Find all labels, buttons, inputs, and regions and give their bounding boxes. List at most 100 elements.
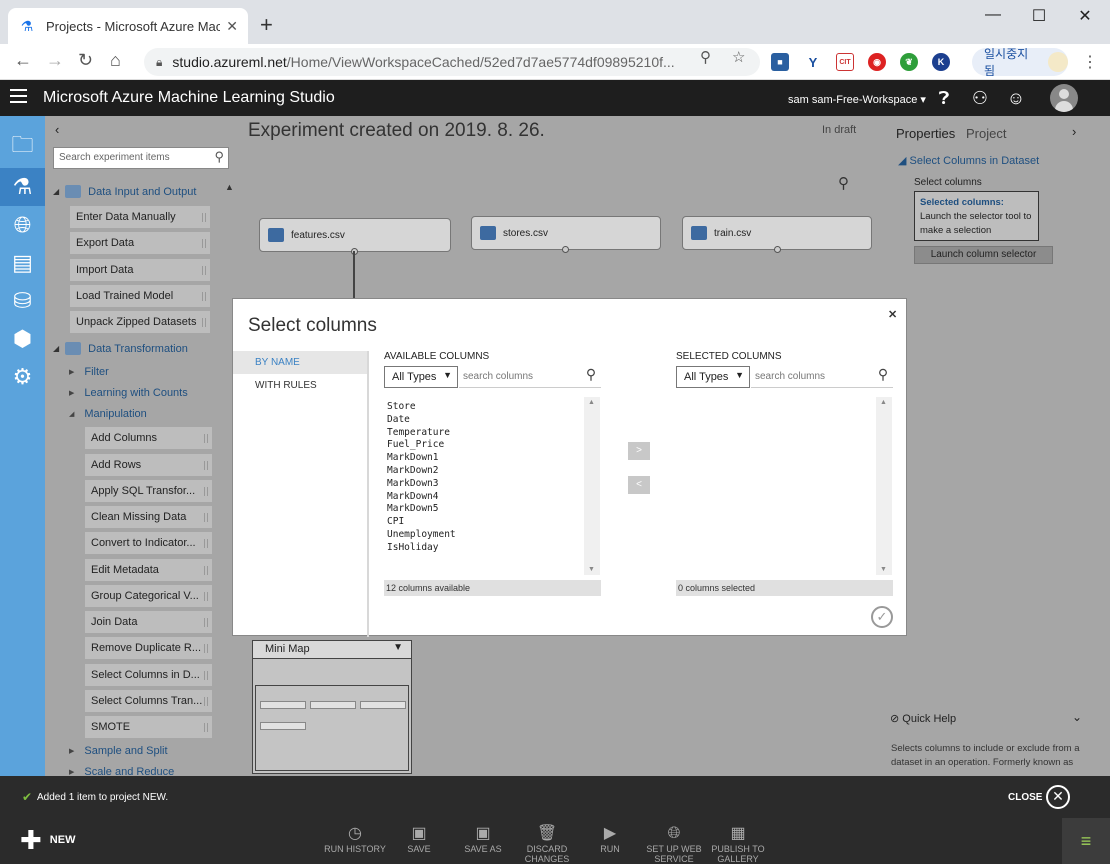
evernote-icon[interactable]: ❦ xyxy=(900,53,918,71)
selected-type-select[interactable]: All Types ▼ xyxy=(676,366,750,388)
run-button[interactable]: ▶ RUN xyxy=(575,824,645,854)
collapse-panel-icon[interactable]: › xyxy=(1072,124,1076,139)
setup-web-service-button[interactable]: 🌐︎ SET UP WEB SERVICE xyxy=(639,824,709,864)
url-field[interactable]: 🔒︎ studio.azureml.net /Home/ViewWorkspac… xyxy=(144,48,760,76)
extension-icon[interactable]: K xyxy=(932,53,950,71)
list-item[interactable]: MarkDown3 xyxy=(387,478,600,491)
palette-subgroup-sample[interactable]: ▶ Sample and Split xyxy=(69,745,168,757)
save-as-button[interactable]: ▣ SAVE AS xyxy=(448,824,518,854)
settings-gear-icon[interactable]: ⚙ xyxy=(0,358,45,396)
scrollbar[interactable]: ▲ ▼ xyxy=(876,397,892,575)
minimap[interactable]: Mini Map ▼ xyxy=(252,640,412,774)
minimap-viewport[interactable] xyxy=(255,685,409,771)
palette-item[interactable]: Enter Data Manually xyxy=(70,206,210,228)
search-icon[interactable]: ⚲ xyxy=(581,366,601,388)
bookmark-star-icon[interactable]: ☆ xyxy=(732,48,745,66)
list-item[interactable]: MarkDown2 xyxy=(387,465,600,478)
list-item[interactable]: MarkDown4 xyxy=(387,491,600,504)
list-item[interactable]: MarkDown1 xyxy=(387,452,600,465)
extension-icon[interactable]: ■ xyxy=(771,53,789,71)
list-item[interactable]: Date xyxy=(387,414,600,427)
list-item[interactable]: IsHoliday xyxy=(387,542,600,555)
palette-item[interactable]: Group Categorical V... xyxy=(85,585,212,607)
home-icon[interactable]: ⌂ xyxy=(110,50,121,71)
selected-search-input[interactable]: search columns xyxy=(751,366,873,388)
run-history-button[interactable]: ◷ RUN HISTORY xyxy=(320,824,390,854)
list-item[interactable]: CPI xyxy=(387,516,600,529)
maximize-icon[interactable]: ☐ xyxy=(1016,6,1062,26)
experiments-flask-icon[interactable]: ⚗ xyxy=(0,168,45,206)
notebooks-icon[interactable]: ▤ xyxy=(0,244,45,282)
palette-group-data-transformation[interactable]: ◢ Data Transformation xyxy=(53,342,188,355)
palette-item[interactable]: Add Columns xyxy=(85,427,212,449)
window-close-icon[interactable]: ✕ xyxy=(1062,6,1108,26)
palette-item[interactable]: Select Columns in D... xyxy=(85,664,212,686)
browser-menu-icon[interactable]: ⋮ xyxy=(1082,52,1098,72)
palette-item[interactable]: Export Data xyxy=(70,232,210,254)
community-icon[interactable]: ⚇ xyxy=(969,87,991,109)
publish-to-gallery-button[interactable]: ▦ PUBLISH TO GALLERY xyxy=(703,824,773,864)
minimize-icon[interactable]: — xyxy=(970,6,1016,24)
scroll-up-icon[interactable]: ▲ xyxy=(225,182,234,192)
browser-tab[interactable]: ⚗ Projects - Microsoft Azure Machi ✕ xyxy=(8,8,248,44)
palette-search-input[interactable]: Search experiment items ⚲ xyxy=(53,147,229,169)
list-item[interactable]: MarkDown5 xyxy=(387,503,600,516)
palette-item[interactable]: Select Columns Tran... xyxy=(85,690,212,712)
workspace-selector[interactable]: sam sam-Free-Workspace ▾ xyxy=(788,93,926,106)
discard-changes-button[interactable]: 🗑︎ DISCARD CHANGES xyxy=(512,824,582,864)
help-icon[interactable]: ❓︎ xyxy=(933,87,955,109)
chevron-down-icon[interactable]: ⌄ xyxy=(1072,710,1082,724)
scroll-up-icon[interactable]: ▲ xyxy=(588,399,595,406)
extension-icon[interactable]: CIT xyxy=(836,53,854,71)
back-icon[interactable]: ← xyxy=(14,50,32,71)
scroll-down-icon[interactable]: ▼ xyxy=(880,566,887,573)
palette-subgroup-manipulation[interactable]: ◢ Manipulation xyxy=(69,408,147,420)
module-node[interactable]: features.csv xyxy=(259,218,451,252)
available-columns-list[interactable]: Store Date Temperature Fuel_Price MarkDo… xyxy=(384,396,601,575)
save-button[interactable]: ▣ SAVE xyxy=(384,824,454,854)
list-item[interactable]: Store xyxy=(387,401,600,414)
tab-with-rules[interactable]: WITH RULES xyxy=(233,374,367,397)
palette-item[interactable]: Add Rows xyxy=(85,454,212,476)
remove-column-button[interactable]: < xyxy=(628,476,650,494)
quick-help-header[interactable]: ⊘ Quick Help xyxy=(890,712,956,725)
search-icon[interactable]: ⚲ xyxy=(838,174,849,192)
confirm-check-icon[interactable]: ✓ xyxy=(871,606,893,628)
scroll-down-icon[interactable]: ▼ xyxy=(588,566,595,573)
projects-icon[interactable]: 🗀︎ xyxy=(0,128,45,166)
close-tab-icon[interactable]: ✕ xyxy=(226,18,238,35)
web-services-globe-icon[interactable]: 🌐︎ xyxy=(0,206,45,244)
collapse-palette-icon[interactable]: ‹ xyxy=(55,122,59,137)
palette-item[interactable]: Import Data xyxy=(70,259,210,281)
add-column-button[interactable]: > xyxy=(628,442,650,460)
palette-item[interactable]: Unpack Zipped Datasets xyxy=(70,311,210,333)
properties-section[interactable]: ◢ Select Columns in Dataset xyxy=(898,154,1039,167)
tab-properties[interactable]: Properties xyxy=(896,126,955,141)
feedback-smiley-icon[interactable]: ☺ xyxy=(1005,87,1027,109)
palette-item[interactable]: SMOTE xyxy=(85,716,212,738)
palette-subgroup-filter[interactable]: ▶ Filter xyxy=(69,366,109,378)
close-icon[interactable]: ✕ xyxy=(1046,785,1070,809)
datasets-icon[interactable]: ⛁ xyxy=(0,282,45,320)
scroll-up-icon[interactable]: ▲ xyxy=(880,399,887,406)
available-type-select[interactable]: All Types ▼ xyxy=(384,366,458,388)
sidebar-toggle-icon[interactable]: ≡ xyxy=(1062,818,1110,864)
forward-icon[interactable]: → xyxy=(46,50,64,71)
close-icon[interactable]: ✕ xyxy=(888,308,897,321)
trained-models-cube-icon[interactable]: ⬢ xyxy=(0,320,45,358)
list-item[interactable]: Temperature xyxy=(387,427,600,440)
module-node[interactable]: stores.csv xyxy=(471,216,661,250)
output-port[interactable] xyxy=(562,246,569,253)
chevron-down-icon[interactable]: ▼ xyxy=(393,642,403,653)
palette-item[interactable]: Load Trained Model xyxy=(70,285,210,307)
palette-item[interactable]: Convert to Indicator... xyxy=(85,532,212,554)
launch-column-selector-button[interactable]: Launch column selector xyxy=(914,246,1053,264)
scrollbar[interactable]: ▲ ▼ xyxy=(584,397,600,575)
list-item[interactable]: Unemployment xyxy=(387,529,600,542)
extension-icon[interactable]: ◉ xyxy=(868,53,886,71)
avatar[interactable] xyxy=(1050,84,1078,112)
tab-project[interactable]: Project xyxy=(966,126,1006,141)
hamburger-icon[interactable] xyxy=(10,89,27,107)
reload-icon[interactable]: ↻ xyxy=(78,50,93,71)
zoom-icon[interactable]: ⚲ xyxy=(700,48,711,66)
